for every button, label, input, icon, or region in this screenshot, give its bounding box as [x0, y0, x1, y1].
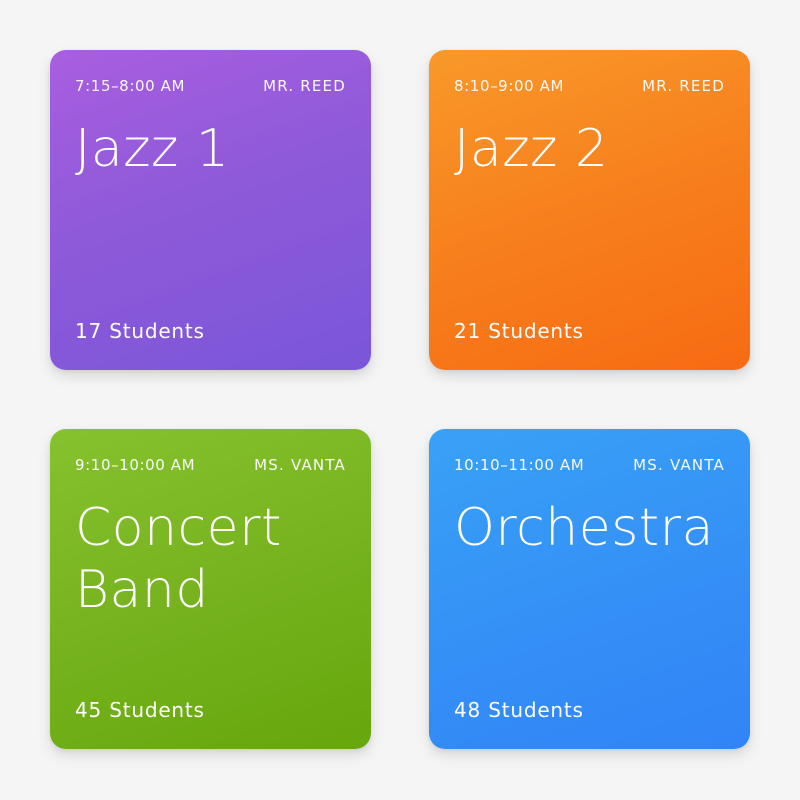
class-title: Orchestra: [454, 498, 714, 558]
student-count: 45 Students: [75, 698, 205, 722]
class-teacher: MS. VANTA: [633, 456, 725, 474]
class-title: Jazz 1: [75, 119, 230, 179]
class-time: 9:10–10:00 AM: [75, 456, 196, 474]
student-count: 48 Students: [454, 698, 584, 722]
class-title: Jazz 2: [454, 119, 609, 179]
class-time: 10:10–11:00 AM: [454, 456, 585, 474]
class-card-grid: 7:15–8:00 AM MR. REED Jazz 1 17 Students…: [0, 0, 800, 800]
class-teacher: MR. REED: [263, 77, 346, 95]
student-count: 17 Students: [75, 319, 205, 343]
class-card-jazz-1[interactable]: 7:15–8:00 AM MR. REED Jazz 1 17 Students: [50, 50, 371, 370]
class-time: 8:10–9:00 AM: [454, 77, 565, 95]
student-count: 21 Students: [454, 319, 584, 343]
class-card-orchestra[interactable]: 10:10–11:00 AM MS. VANTA Orchestra 48 St…: [429, 429, 750, 749]
class-card-concert-band[interactable]: 9:10–10:00 AM MS. VANTA Concert Band 45 …: [50, 429, 371, 749]
class-title: Concert Band: [75, 498, 282, 620]
class-card-jazz-2[interactable]: 8:10–9:00 AM MR. REED Jazz 2 21 Students: [429, 50, 750, 370]
class-teacher: MR. REED: [642, 77, 725, 95]
class-time: 7:15–8:00 AM: [75, 77, 186, 95]
class-teacher: MS. VANTA: [254, 456, 346, 474]
